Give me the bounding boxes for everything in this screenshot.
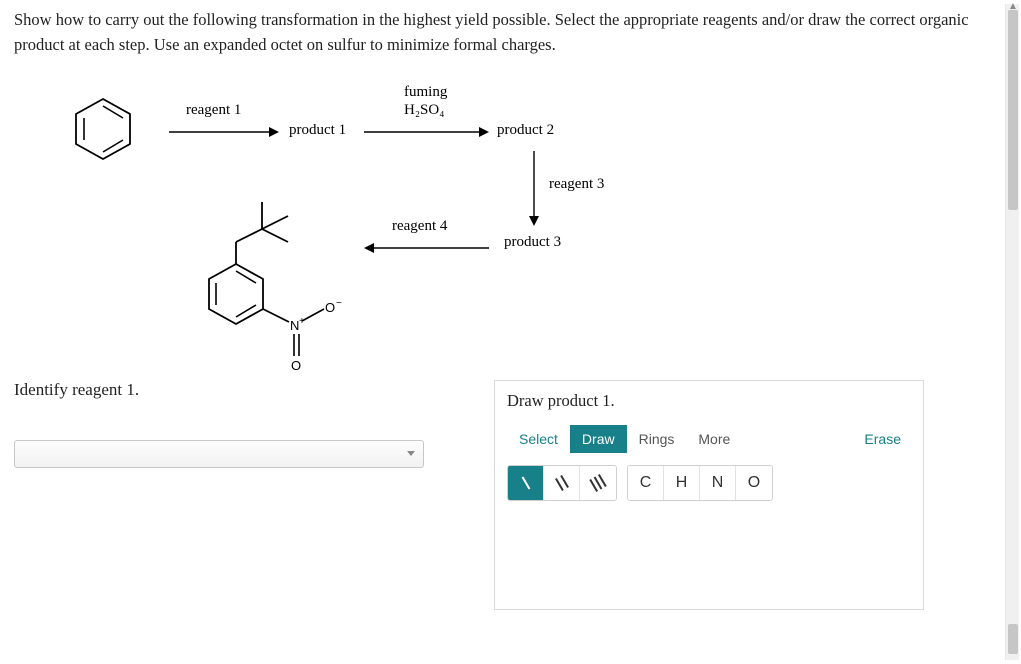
fuming-label: fuming: [404, 84, 447, 101]
drawing-panel: Draw product 1. Select Draw Rings More E…: [494, 380, 924, 610]
product3-label: product 3: [504, 234, 561, 251]
benzene-icon: [68, 94, 138, 164]
chevron-down-icon: [407, 451, 415, 456]
product-molecule-icon: N + O − O: [194, 174, 374, 374]
bond-single-icon[interactable]: [508, 466, 544, 500]
svg-text:O: O: [291, 358, 301, 373]
reagent3-label: reagent 3: [549, 176, 604, 193]
vertical-scrollbar[interactable]: ▲: [1005, 4, 1019, 660]
scrollbar-thumb[interactable]: [1008, 10, 1018, 210]
reagent1-prompt: Identify reagent 1.: [14, 380, 474, 400]
tool-erase[interactable]: Erase: [854, 425, 911, 453]
acid-label: H₂SO₄: [404, 102, 444, 119]
arrow-icon: [169, 122, 279, 142]
product1-label: product 1: [289, 122, 346, 139]
atom-h-button[interactable]: H: [664, 466, 700, 500]
reagent1-dropdown[interactable]: [14, 440, 424, 468]
draw-product1-prompt: Draw product 1.: [507, 391, 911, 411]
reagent1-label: reagent 1: [186, 102, 241, 119]
question-instructions: Show how to carry out the following tran…: [14, 8, 989, 58]
atom-c-button[interactable]: C: [628, 466, 664, 500]
tool-select[interactable]: Select: [507, 425, 570, 453]
svg-text:+: +: [299, 316, 305, 327]
bond-double-icon[interactable]: [544, 466, 580, 500]
product2-label: product 2: [497, 122, 554, 139]
atom-n-button[interactable]: N: [700, 466, 736, 500]
scrollbar-thumb[interactable]: [1008, 624, 1018, 654]
tool-more[interactable]: More: [686, 425, 742, 453]
reaction-scheme: reagent 1 product 1 fuming H₂SO₄ product…: [14, 66, 974, 376]
reagent4-label: reagent 4: [392, 218, 447, 235]
bond-triple-icon[interactable]: [580, 466, 616, 500]
tool-rings[interactable]: Rings: [627, 425, 687, 453]
tool-draw[interactable]: Draw: [570, 425, 627, 453]
svg-text:N: N: [290, 318, 299, 333]
atom-o-button[interactable]: O: [736, 466, 772, 500]
arrow-down-icon: [524, 151, 544, 226]
svg-text:−: −: [336, 298, 342, 309]
arrow-left-icon: [364, 238, 489, 258]
svg-text:O: O: [325, 300, 335, 315]
arrow-icon: [364, 122, 489, 142]
